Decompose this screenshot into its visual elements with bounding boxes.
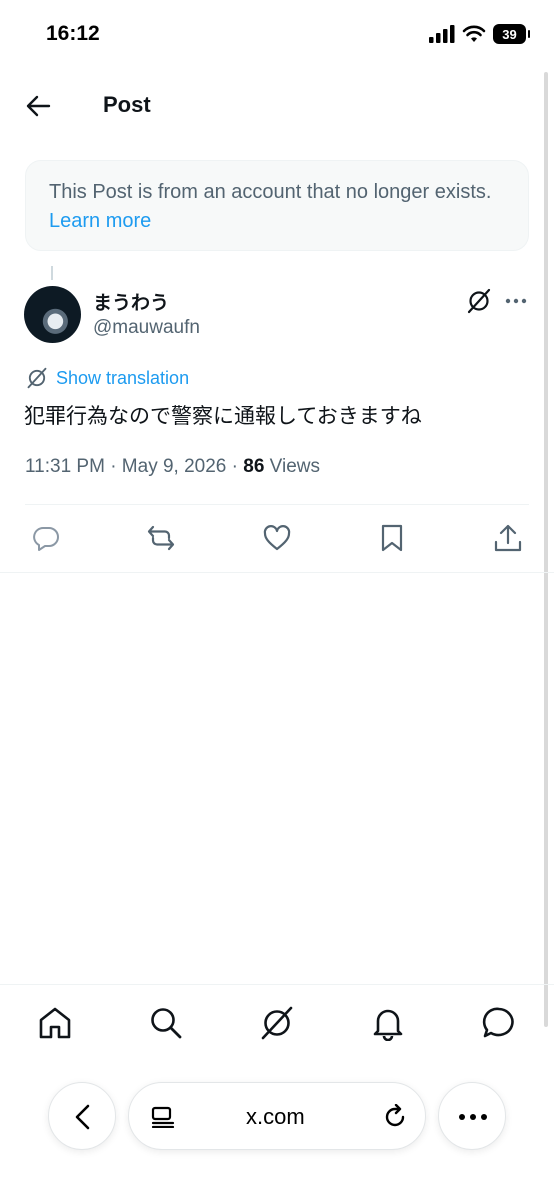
notice-text: This Post is from an account that no lon… xyxy=(49,181,492,203)
divider xyxy=(0,572,554,573)
show-translation-label: Show translation xyxy=(56,367,190,388)
grok-icon[interactable] xyxy=(466,288,492,314)
show-translation-button[interactable]: Show translation xyxy=(26,367,189,389)
deleted-account-notice: This Post is from an account that no lon… xyxy=(25,160,529,251)
wifi-icon xyxy=(462,25,486,42)
status-bar: 16:12 39 xyxy=(0,0,554,70)
share-icon[interactable] xyxy=(493,523,523,553)
notifications-icon[interactable] xyxy=(370,1005,406,1041)
battery-icon: 39 xyxy=(493,24,530,44)
post-timestamp[interactable]: 11:31 PM · May 9, 2026 · xyxy=(25,456,243,477)
more-icon xyxy=(459,1114,487,1120)
battery-level: 39 xyxy=(502,26,517,42)
post-text: 犯罪行為なので警察に通報しておきますね xyxy=(24,404,422,428)
bookmark-icon[interactable] xyxy=(377,523,407,553)
messages-icon[interactable] xyxy=(481,1005,517,1041)
divider xyxy=(25,504,529,505)
status-icons: 39 xyxy=(429,24,530,44)
post-actions xyxy=(0,523,554,557)
grok-translate-icon xyxy=(27,367,47,389)
display-name[interactable]: まうわう xyxy=(93,288,169,315)
views-label: Views xyxy=(264,456,321,477)
status-time: 16:12 xyxy=(46,22,100,45)
address-bar[interactable]: x.com xyxy=(128,1082,426,1150)
header: Post xyxy=(0,80,554,130)
learn-more-link[interactable]: Learn more xyxy=(49,210,151,232)
home-icon[interactable] xyxy=(37,1005,73,1041)
reload-icon[interactable] xyxy=(382,1104,408,1130)
views-count: 86 xyxy=(243,456,265,477)
chevron-left-icon xyxy=(75,1104,90,1130)
reply-icon[interactable] xyxy=(31,523,61,553)
post-meta: 11:31 PM · May 9, 2026 · 86 Views xyxy=(25,456,320,478)
bottom-nav xyxy=(0,984,554,1060)
handle[interactable]: @mauwaufn xyxy=(93,317,200,339)
url-text: x.com xyxy=(246,1104,305,1129)
search-icon[interactable] xyxy=(148,1005,184,1041)
like-icon[interactable] xyxy=(262,523,292,553)
browser-toolbar: x.com xyxy=(0,1082,554,1152)
reader-icon[interactable] xyxy=(151,1106,175,1128)
grok-nav-icon[interactable] xyxy=(259,1005,295,1041)
avatar[interactable] xyxy=(24,286,81,343)
browser-more-button[interactable] xyxy=(438,1082,506,1150)
browser-back-button[interactable] xyxy=(48,1082,116,1150)
thread-line xyxy=(51,266,53,280)
signal-icon xyxy=(429,25,455,43)
back-arrow-icon[interactable] xyxy=(24,92,52,120)
more-options-icon[interactable] xyxy=(503,290,529,312)
page-title: Post xyxy=(103,92,151,117)
repost-icon[interactable] xyxy=(146,523,176,553)
